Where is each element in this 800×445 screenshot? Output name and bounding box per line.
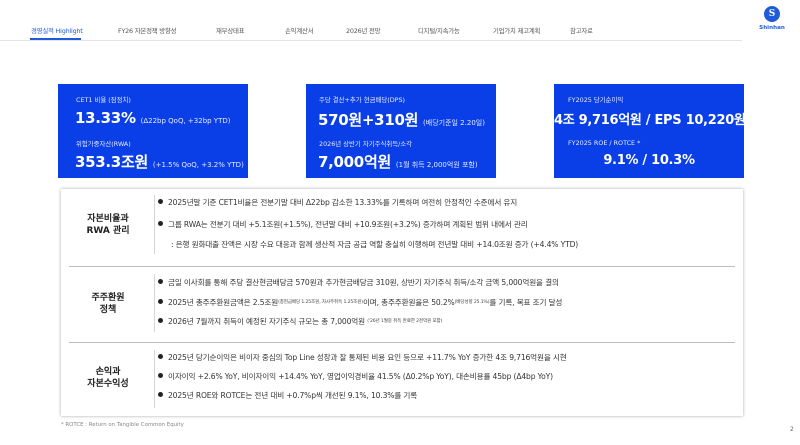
section-divider [154, 350, 155, 408]
buyback-value-line: 7,000억원 (1월 취득 2,000억원 포함) [318, 151, 478, 172]
bullet-icon [158, 221, 163, 226]
tab-performance-highlight[interactable]: 경영실적 Highlight [31, 26, 83, 35]
net-income-value: 4조 9,716억원 / EPS 10,220원 [554, 113, 746, 128]
bullet-text: 2025년 ROE와 ROTCE는 전년 대비 +0.7%p씩 개선된 9.1%… [168, 391, 418, 400]
net-income-label: FY2025 당기순이익 [568, 96, 624, 104]
tab-2026-outlook[interactable]: 2026년 전망 [346, 26, 381, 35]
bullet-text: 그룹 RWA는 전분기 대비 +5.1조원(+1.5%), 전년말 대비 +10… [168, 220, 528, 229]
buyback-note: (1월 취득 2,000억원 포함) [395, 161, 478, 169]
bullet-text: 2026년 7월까지 취득이 예정된 자기주식 규모는 총 7,000억원 [168, 317, 365, 326]
list-item: 이자이익 +2.6% YoY, 비이자이익 +14.4% YoY, 영업이익경비… [158, 371, 553, 382]
section-title-line: 자본수익성 [87, 379, 129, 389]
dps-record-date: (배당기준일 2.20일) [423, 119, 485, 127]
highlight-table: 자본비율과 RWA 관리 2025년말 기준 CET1비율은 전분기말 대비 Δ… [61, 189, 743, 416]
list-item: 금일 이사회를 통해 주당 결산현금배당금 570원과 추가현금배당금 310원… [158, 277, 559, 288]
bullet-icon [158, 299, 163, 304]
section-title-line: 자본비율과 [87, 214, 129, 224]
sub-note: : 은행 원화대출 잔액은 시장 수요 대응과 함께 생산적 자금 공급 역할 … [171, 240, 579, 249]
buyback-label: 2026년 상반기 자기주식취득/소각 [319, 140, 413, 148]
cet1-change: (Δ22bp QoQ, +32bp YTD) [140, 117, 231, 125]
section-capital-rwa: 자본비율과 RWA 관리 2025년말 기준 CET1비율은 전분기말 대비 Δ… [61, 189, 743, 260]
bullet-text: 이자이익 +2.6% YoY, 비이자이익 +14.4% YoY, 영업이익경비… [168, 372, 553, 381]
dps-value: 570원+310원 [318, 111, 419, 129]
section-title-profitability: 손익과 자본수익성 [69, 366, 147, 390]
card-shareholder-return: 주당 결산+추가 현금배당(DPS) 570원+310원 (배당기준일 2.20… [306, 84, 496, 178]
rwa-label: 위험가중자산(RWA) [76, 140, 131, 148]
section-divider [154, 274, 155, 332]
bullet-subnote: (총현금배당 1.25조원, 자사주취득 1.25조원) [278, 300, 363, 305]
section-title-capital-rwa: 자본비율과 RWA 관리 [69, 213, 147, 237]
bullet-text: 2025년말 기준 CET1비율은 전분기말 대비 Δ22bp 감소한 13.3… [168, 198, 518, 207]
cet1-label: CET1 비율 (잠정치) [76, 96, 131, 104]
bullet-text: 이며, 총주주환원율은 50.2% [362, 298, 455, 307]
card-profitability: FY2025 당기순이익 4조 9,716억원 / EPS 10,220원 FY… [554, 84, 746, 178]
bullet-subnote: (배당성향 25.1%) [454, 300, 490, 305]
bullet-text: 2025년 당기순이익은 비이자 중심의 Top Line 성장과 잘 통제된 … [168, 353, 567, 362]
bullet-icon [158, 199, 163, 204]
bullet-text: 2025년 총주주환원금액은 2.5조원 [168, 298, 279, 307]
roe-label: FY2025 ROE / ROTCE * [568, 139, 641, 147]
footnote: * ROTCE : Return on Tangible Common Equi… [61, 422, 184, 428]
tab-balance-sheet[interactable]: 재무상태표 [216, 26, 245, 35]
list-item: 2025년 총주주환원금액은 2.5조원(총현금배당 1.25조원, 자사주취득… [158, 297, 562, 308]
section-title-line: 정책 [99, 305, 117, 315]
dps-value-line: 570원+310원 (배당기준일 2.20일) [318, 109, 485, 130]
cet1-value-line: 13.33% (Δ22bp QoQ, +32bp YTD) [75, 109, 230, 127]
nav-divider [0, 40, 742, 41]
section-divider [154, 195, 155, 254]
section-title-line: 손익과 [95, 367, 121, 377]
list-item: 2026년 7월까지 취득이 예정된 자기주식 규모는 총 7,000억원 ('… [158, 316, 442, 327]
bullet-icon [158, 392, 163, 397]
list-item: 2025년 ROE와 ROTCE는 전년 대비 +0.7%p씩 개선된 9.1%… [158, 390, 417, 401]
rwa-value-line: 353.3조원 (+1.5% QoQ, +3.2% YTD) [75, 151, 244, 172]
section-title-line: 주주환원 [91, 293, 125, 303]
dps-label: 주당 결산+추가 현금배당(DPS) [319, 96, 406, 104]
list-item: 그룹 RWA는 전분기 대비 +5.1조원(+1.5%), 전년말 대비 +10… [158, 219, 528, 230]
bullet-subnote: ('26년 1월중 취득 완료한 2천억원 포함) [367, 319, 443, 324]
tab-income-statement[interactable]: 손익계산서 [285, 26, 314, 35]
tab-appendix[interactable]: 참고자료 [570, 26, 593, 35]
bullet-icon [158, 354, 163, 359]
rwa-value: 353.3조원 [75, 153, 148, 171]
shinhan-logo: S Shinhan [756, 6, 788, 38]
section-profitability: 손익과 자본수익성 2025년 당기순이익은 비이자 중심의 Top Line … [61, 344, 743, 414]
bullet-icon [158, 373, 163, 378]
row-separator [69, 266, 735, 267]
buyback-value: 7,000억원 [318, 153, 391, 171]
row-separator [69, 342, 735, 343]
list-item: 2025년 당기순이익은 비이자 중심의 Top Line 성장과 잘 통제된 … [158, 352, 567, 363]
card-capital-ratio: CET1 비율 (잠정치) 13.33% (Δ22bp QoQ, +32bp Y… [58, 84, 248, 178]
cet1-value: 13.33% [75, 109, 136, 127]
bullet-icon [158, 318, 163, 323]
top-navigation: 경영실적 Highlight FY26 자본정책 방향성 재무상태표 손익계산서… [0, 0, 800, 41]
rwa-change: (+1.5% QoQ, +3.2% YTD) [152, 161, 244, 169]
roe-value: 9.1% / 10.3% [603, 153, 695, 168]
section-title-shareholder-return: 주주환원 정책 [69, 292, 147, 316]
bullet-text: 금일 이사회를 통해 주당 결산현금배당금 570원과 추가현금배당금 310원… [168, 278, 559, 287]
list-item: 2025년말 기준 CET1비율은 전분기말 대비 Δ22bp 감소한 13.3… [158, 197, 517, 208]
shinhan-mark-icon: S [764, 6, 780, 22]
bullet-icon [158, 279, 163, 284]
section-title-line: RWA 관리 [86, 226, 130, 236]
shinhan-wordmark: Shinhan [759, 25, 785, 31]
tab-value-up-plan[interactable]: 기업가치 제고계획 [493, 26, 540, 35]
tab-digital-sustainability[interactable]: 디지털/지속가능 [418, 26, 460, 35]
tab-capital-policy[interactable]: FY26 자본정책 방향성 [118, 26, 177, 35]
bullet-text: 를 기록, 목표 조기 달성 [489, 298, 563, 307]
section-shareholder-return: 주주환원 정책 금일 이사회를 통해 주당 결산현금배당금 570원과 추가현금… [61, 268, 743, 340]
page-number: 2 [790, 426, 794, 433]
